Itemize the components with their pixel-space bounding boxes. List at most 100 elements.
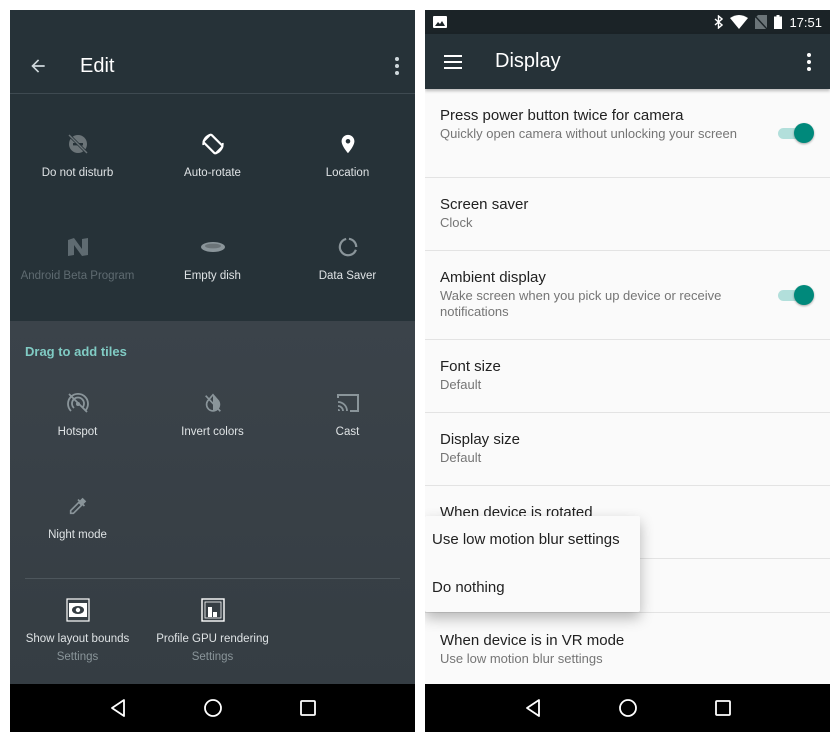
- tile-empty-dish[interactable]: Empty dish: [145, 234, 280, 324]
- tile-data-saver[interactable]: Data Saver: [280, 234, 415, 324]
- display-settings-screen: 17:51 Display Press power button twice f…: [425, 10, 830, 732]
- more-vert-icon: [395, 57, 399, 75]
- nav-home-icon: [203, 699, 222, 717]
- arrow-back-icon: [31, 59, 45, 73]
- divider: [10, 93, 415, 94]
- more-vert-icon: [807, 52, 811, 71]
- page-title: Display: [495, 50, 561, 72]
- nav-home-button[interactable]: [608, 688, 648, 728]
- more-options-button[interactable]: [788, 34, 830, 89]
- pref-summary: Clock: [440, 215, 473, 230]
- nav-back-icon: [110, 699, 125, 717]
- tile-sublabel: Settings: [56, 651, 99, 663]
- clock: 17:51: [789, 14, 822, 30]
- pref-screen-saver[interactable]: Screen saver Clock: [425, 178, 830, 251]
- pref-display-size[interactable]: Display size Default: [425, 413, 830, 486]
- pref-title: Font size: [440, 358, 501, 375]
- toggle-switch-on[interactable]: [778, 285, 814, 305]
- tile-cast[interactable]: Cast: [280, 390, 415, 480]
- pref-summary: Default: [440, 450, 482, 465]
- tile-do-not-disturb[interactable]: Do not disturb: [10, 131, 145, 221]
- dish-icon: [200, 234, 226, 260]
- pref-title: Display size: [440, 431, 521, 448]
- tile-location[interactable]: Location: [280, 131, 415, 221]
- tile-label: Hotspot: [57, 426, 98, 438]
- pref-title: Press power button twice for camera: [440, 107, 684, 124]
- tile-profile-gpu-rendering[interactable]: Profile GPU rendering Settings: [145, 597, 280, 687]
- auto-rotate-icon: [200, 131, 226, 157]
- navigation-bar: [10, 684, 415, 732]
- pref-title: Ambient display: [440, 269, 546, 286]
- divider: [25, 578, 400, 579]
- bluetooth-icon: [714, 15, 724, 29]
- tile-android-beta-program[interactable]: Android Beta Program: [10, 234, 145, 324]
- pref-vr-mode[interactable]: When device is in VR mode Use low motion…: [425, 613, 830, 686]
- status-bar: 17:51: [425, 10, 830, 34]
- do-not-disturb-icon: [65, 131, 91, 157]
- nav-home-icon: [618, 699, 637, 717]
- tile-label: Location: [325, 167, 370, 179]
- tile-label: Data Saver: [318, 270, 377, 282]
- toggle-switch-on[interactable]: [778, 123, 814, 143]
- pref-summary: Use low motion blur settings: [440, 651, 603, 666]
- tile-label: Show layout bounds: [25, 633, 130, 645]
- tile-label: Empty dish: [184, 270, 241, 282]
- back-button[interactable]: [10, 38, 66, 94]
- tile-label: Invert colors: [181, 426, 244, 438]
- nav-recents-button[interactable]: [703, 688, 743, 728]
- navigation-drawer-button[interactable]: [425, 34, 481, 89]
- wifi-icon: [730, 15, 749, 29]
- toolbar: Display: [425, 34, 830, 89]
- pref-summary: Quickly open camera without unlocking yo…: [440, 126, 737, 141]
- nav-back-icon: [525, 699, 540, 717]
- tile-label: Cast: [335, 426, 360, 438]
- tile-hotspot[interactable]: Hotspot: [10, 390, 145, 480]
- hamburger-menu-icon: [444, 54, 462, 69]
- tile-night-mode[interactable]: Night mode: [10, 493, 145, 583]
- pref-power-button-camera[interactable]: Press power button twice for camera Quic…: [425, 89, 830, 178]
- tile-sublabel: Settings: [191, 651, 234, 663]
- add-tiles-section: Drag to add tiles Hotspot Invert colors …: [10, 321, 415, 685]
- gpu-profile-icon: [200, 597, 226, 623]
- tile-show-layout-bounds[interactable]: Show layout bounds Settings: [10, 597, 145, 687]
- no-sim-icon: [755, 15, 768, 29]
- tile-auto-rotate[interactable]: Auto-rotate: [145, 131, 280, 221]
- pref-font-size[interactable]: Font size Default: [425, 340, 830, 413]
- tile-invert-colors[interactable]: Invert colors: [145, 390, 280, 480]
- toolbar: Edit: [10, 38, 415, 94]
- tile-label: Profile GPU rendering: [156, 633, 269, 645]
- data-saver-icon: [335, 234, 361, 260]
- options-popup-menu: Use low motion blur settings Do nothing: [425, 516, 640, 612]
- location-pin-icon: [335, 131, 361, 157]
- nav-recents-button[interactable]: [288, 688, 328, 728]
- menu-item-low-motion-blur[interactable]: Use low motion blur settings: [425, 516, 640, 564]
- invert-colors-off-icon: [200, 390, 226, 416]
- image-notification-icon: [433, 16, 447, 28]
- nav-home-button[interactable]: [193, 688, 233, 728]
- nav-recents-icon: [299, 700, 316, 716]
- page-title: Edit: [80, 54, 115, 77]
- pref-summary: Default: [440, 377, 482, 392]
- eyedropper-icon: [65, 493, 91, 519]
- android-n-icon: [65, 234, 91, 260]
- quick-settings-edit-screen: Edit Do not disturb Auto-rotate Location: [10, 10, 415, 732]
- battery-icon: [774, 15, 783, 29]
- hotspot-off-icon: [65, 390, 91, 416]
- tile-label: Do not disturb: [41, 167, 114, 179]
- tile-label: Night mode: [48, 529, 107, 541]
- menu-item-do-nothing[interactable]: Do nothing: [425, 564, 640, 612]
- tile-label: Android Beta Program: [20, 270, 135, 282]
- nav-back-button[interactable]: [513, 688, 553, 728]
- nav-back-button[interactable]: [98, 688, 138, 728]
- cast-icon: [335, 390, 361, 416]
- layout-bounds-icon: [65, 597, 91, 623]
- pref-ambient-display[interactable]: Ambient display Wake screen when you pic…: [425, 251, 830, 340]
- navigation-bar: [425, 684, 830, 732]
- pref-title: Screen saver: [440, 196, 529, 213]
- more-options-button[interactable]: [379, 38, 415, 94]
- tile-label: Auto-rotate: [184, 167, 241, 179]
- pref-title: When device is in VR mode: [440, 632, 625, 649]
- status-bar: [10, 10, 415, 34]
- nav-recents-icon: [714, 700, 731, 716]
- pref-summary: Wake screen when you pick up device or r…: [440, 288, 722, 319]
